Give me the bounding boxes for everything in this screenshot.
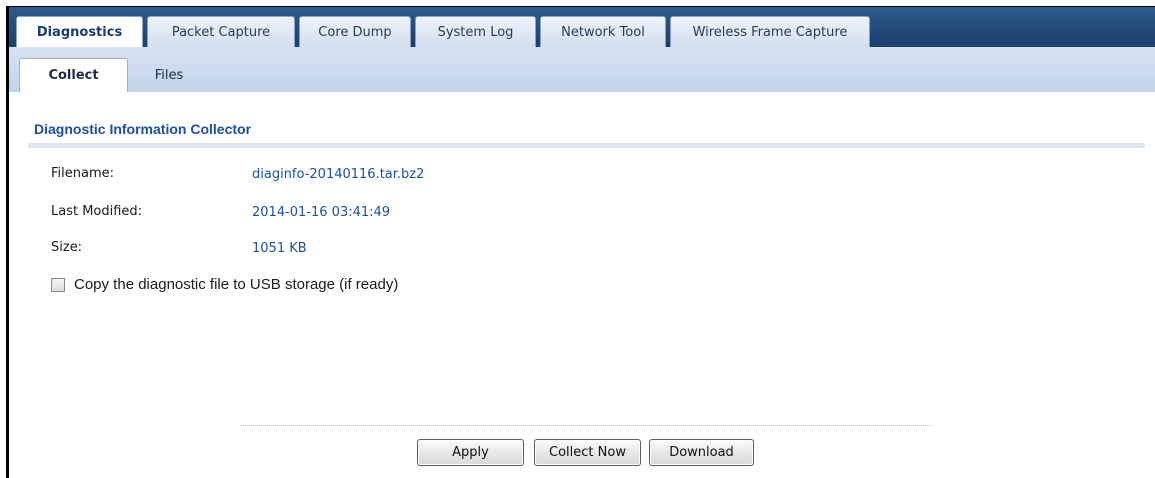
section-divider — [28, 143, 1145, 148]
size-value: 1051 KB — [252, 241, 307, 256]
tab-diagnostics[interactable]: Diagnostics — [16, 16, 143, 48]
tab-wireless-frame-capture[interactable]: Wireless Frame Capture — [670, 16, 870, 47]
section-title: Diagnostic Information Collector — [34, 121, 252, 137]
filename-value: diaginfo-20140116.tar.bz2 — [252, 167, 425, 182]
usb-copy-label: Copy the diagnostic file to USB storage … — [74, 276, 399, 293]
frame-border-left — [6, 6, 9, 478]
usb-copy-checkbox[interactable] — [51, 277, 65, 292]
tab-system-log[interactable]: System Log — [415, 16, 536, 47]
subtab-files[interactable]: Files — [139, 58, 199, 92]
subtab-collect[interactable]: Collect — [19, 58, 128, 92]
last-modified-value: 2014-01-16 03:41:49 — [252, 205, 391, 220]
sub-tab-bar: Collect Files — [9, 47, 1155, 92]
last-modified-label: Last Modified: — [51, 204, 143, 219]
tab-packet-capture[interactable]: Packet Capture — [147, 16, 295, 47]
diagnostics-window: Diagnostics Packet Capture Core Dump Sys… — [0, 0, 1155, 478]
collect-now-button[interactable]: Collect Now — [534, 439, 641, 466]
tab-core-dump[interactable]: Core Dump — [299, 16, 411, 47]
filename-label: Filename: — [51, 166, 115, 181]
usb-copy-option: Copy the diagnostic file to USB storage … — [51, 276, 398, 293]
size-label: Size: — [51, 240, 83, 255]
main-tab-bar: Diagnostics Packet Capture Core Dump Sys… — [9, 7, 1155, 48]
button-separator — [241, 425, 932, 426]
tab-network-tool[interactable]: Network Tool — [540, 16, 666, 47]
apply-button[interactable]: Apply — [417, 439, 524, 466]
download-button[interactable]: Download — [649, 439, 754, 466]
